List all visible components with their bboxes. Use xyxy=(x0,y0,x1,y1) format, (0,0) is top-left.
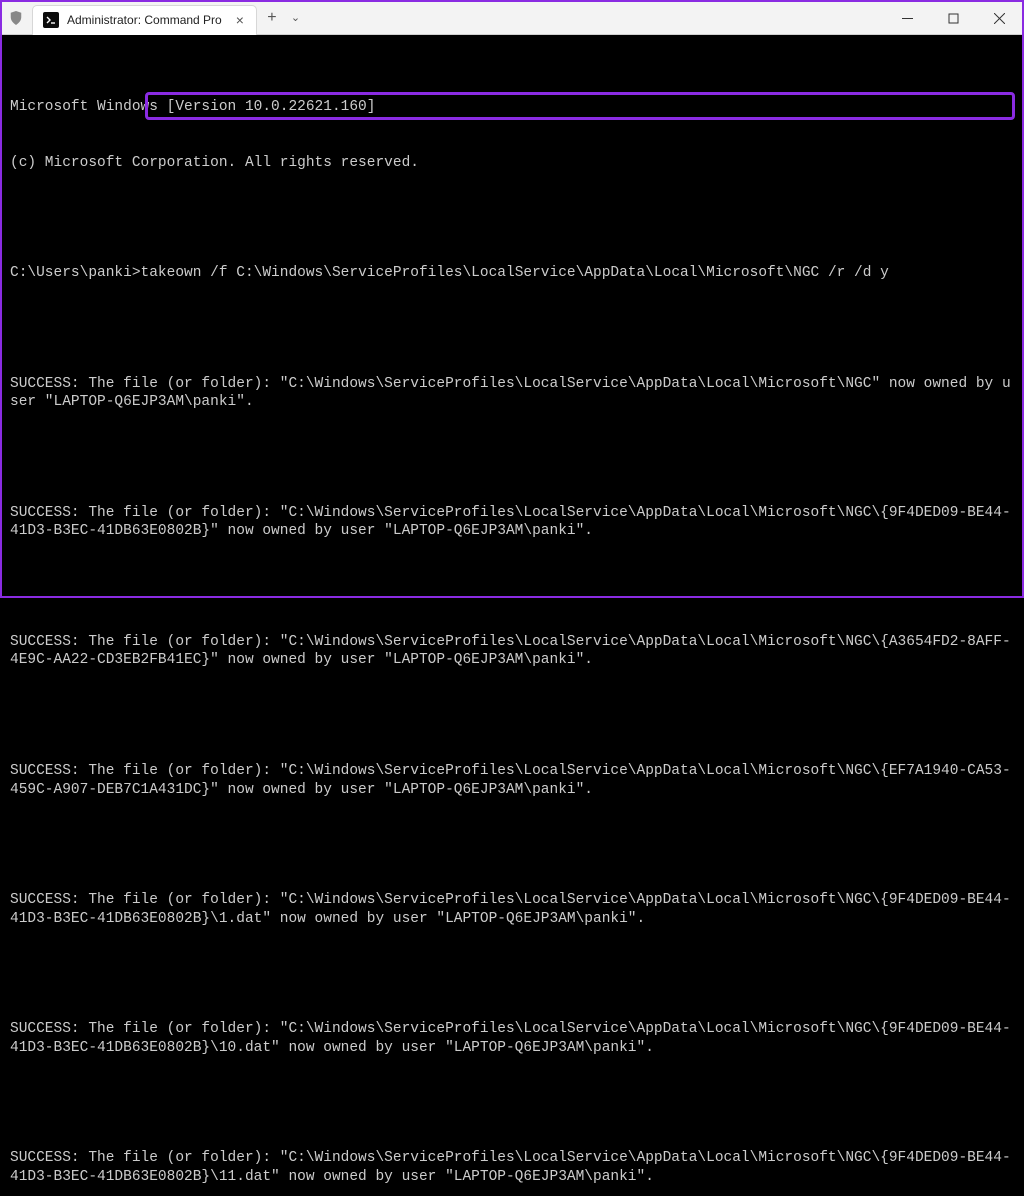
new-tab-button[interactable]: + xyxy=(257,9,287,27)
maximize-button[interactable] xyxy=(930,2,976,35)
terminal-output: SUCCESS: The file (or folder): "C:\Windo… xyxy=(10,504,1014,542)
command-input: takeown /f C:\Windows\ServiceProfiles\Lo… xyxy=(141,265,889,281)
tab-title: Administrator: Command Pro xyxy=(67,13,222,27)
terminal-output: (c) Microsoft Corporation. All rights re… xyxy=(10,154,1014,173)
terminal-icon xyxy=(43,12,59,28)
terminal-output: SUCCESS: The file (or folder): "C:\Windo… xyxy=(10,891,1014,929)
terminal-output: SUCCESS: The file (or folder): "C:\Windo… xyxy=(10,375,1014,413)
prompt: C:\Users\panki> xyxy=(10,265,141,281)
minimize-button[interactable] xyxy=(884,2,930,35)
terminal-output: Microsoft Windows [Version 10.0.22621.16… xyxy=(10,98,1014,117)
shield-icon xyxy=(2,11,30,25)
terminal-pane[interactable]: Microsoft Windows [Version 10.0.22621.16… xyxy=(2,35,1022,596)
tab-dropdown-icon[interactable]: ⌄ xyxy=(287,11,304,25)
terminal-output: SUCCESS: The file (or folder): "C:\Windo… xyxy=(10,1020,1014,1058)
terminal-prompt-line: C:\Users\panki>takeown /f C:\Windows\Ser… xyxy=(10,264,1014,283)
close-window-button[interactable] xyxy=(976,2,1022,35)
terminal-output: SUCCESS: The file (or folder): "C:\Windo… xyxy=(10,762,1014,800)
close-tab-icon[interactable]: × xyxy=(236,12,244,28)
title-bar: Administrator: Command Pro × + ⌄ xyxy=(2,2,1022,35)
terminal-output: SUCCESS: The file (or folder): "C:\Windo… xyxy=(10,1149,1014,1187)
terminal-output: SUCCESS: The file (or folder): "C:\Windo… xyxy=(10,633,1014,671)
tab-command-prompt[interactable]: Administrator: Command Pro × xyxy=(32,5,257,35)
